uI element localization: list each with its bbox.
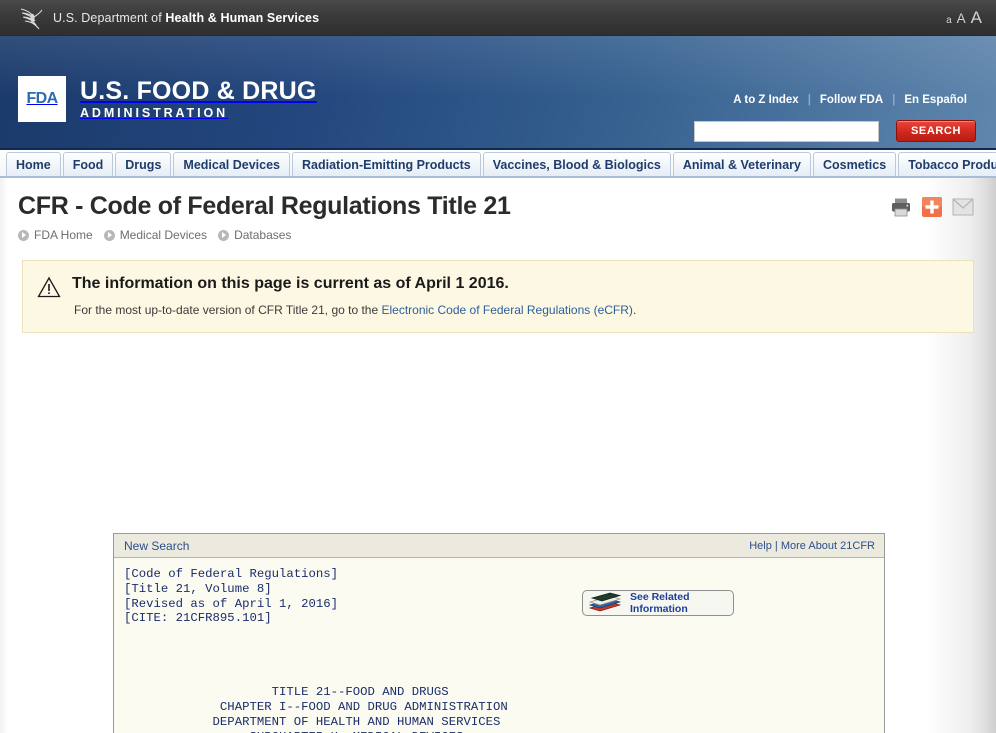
print-icon[interactable] bbox=[890, 196, 912, 218]
primary-navigation: Home Food Drugs Medical Devices Radiatio… bbox=[0, 150, 996, 178]
font-size-medium-button[interactable]: A bbox=[957, 11, 966, 26]
breadcrumb-label-databases: Databases bbox=[234, 228, 292, 242]
fda-logo-link[interactable]: FDA U.S. FOOD & DRUG ADMINISTRATION bbox=[18, 76, 317, 122]
notice-body: The information on this page is current … bbox=[72, 274, 636, 317]
page-header: CFR - Code of Federal Regulations Title … bbox=[0, 178, 996, 242]
breadcrumb-item-databases[interactable]: Databases bbox=[218, 228, 291, 242]
chevron-right-icon bbox=[18, 229, 29, 241]
email-icon[interactable] bbox=[952, 196, 974, 218]
page-left-shadow bbox=[0, 178, 8, 733]
chevron-right-icon bbox=[218, 229, 230, 241]
fda-wordmark: U.S. FOOD & DRUG ADMINISTRATION bbox=[80, 78, 317, 120]
cfr-panel-body: See Related Information [Code of Federal… bbox=[114, 558, 884, 733]
share-icon[interactable] bbox=[921, 196, 943, 218]
chevron-right-icon bbox=[103, 229, 115, 241]
see-related-information-button[interactable]: See Related Information bbox=[582, 590, 734, 616]
font-size-controls[interactable]: a A A bbox=[946, 8, 982, 28]
page-title: CFR - Code of Federal Regulations Title … bbox=[18, 192, 511, 220]
nav-tab-medical-devices[interactable]: Medical Devices bbox=[173, 152, 290, 176]
breadcrumb-item-medical-devices[interactable]: Medical Devices bbox=[103, 228, 208, 242]
fda-banner: FDA U.S. FOOD & DRUG ADMINISTRATION A to… bbox=[0, 36, 996, 150]
fda-wordmark-line2: ADMINISTRATION bbox=[80, 106, 228, 121]
ecfr-link[interactable]: Electronic Code of Federal Regulations (… bbox=[381, 303, 632, 317]
new-search-link[interactable]: New Search bbox=[124, 539, 189, 553]
books-stack-icon bbox=[588, 592, 622, 612]
breadcrumb: FDA Home Medical Devices Databases bbox=[18, 228, 978, 242]
cfr-panel-header: New Search Help | More About 21CFR bbox=[114, 534, 884, 558]
hhs-eagle-logo bbox=[20, 7, 43, 29]
nav-tab-animal-veterinary[interactable]: Animal & Veterinary bbox=[672, 152, 811, 176]
hhs-top-bar: U.S. Department of Health & Human Servic… bbox=[0, 0, 996, 36]
related-label-line2: Information bbox=[630, 603, 688, 615]
cfr-regulation-text: [Code of Federal Regulations] [Title 21,… bbox=[124, 567, 508, 733]
nav-tab-cosmetics[interactable]: Cosmetics bbox=[812, 152, 897, 176]
site-search: SEARCH bbox=[694, 120, 976, 142]
banner-utility-links: A to Z Index | Follow FDA | En Español bbox=[724, 94, 976, 106]
help-link[interactable]: Help bbox=[749, 540, 772, 552]
hhs-title-prefix: U.S. Department of bbox=[53, 10, 166, 25]
hhs-branding[interactable]: U.S. Department of Health & Human Servic… bbox=[18, 6, 319, 30]
warning-triangle-icon bbox=[37, 276, 61, 298]
breadcrumb-label-medical-devices: Medical Devices bbox=[119, 228, 208, 242]
nav-tab-radiation-emitting-products[interactable]: Radiation-Emitting Products bbox=[292, 152, 481, 176]
notice-subtext-after: . bbox=[632, 303, 637, 317]
link-follow-fda[interactable]: Follow FDA bbox=[811, 94, 892, 106]
search-button[interactable]: SEARCH bbox=[896, 120, 976, 142]
nav-tab-tobacco-products[interactable]: Tobacco Products bbox=[898, 152, 996, 176]
font-size-small-button[interactable]: a bbox=[946, 15, 952, 26]
fda-logo-mark: FDA bbox=[18, 76, 66, 122]
see-related-information-label: See Related Information bbox=[630, 591, 690, 615]
more-about-21cfr-link[interactable]: More About 21CFR bbox=[781, 540, 875, 552]
nav-tab-drugs[interactable]: Drugs bbox=[115, 152, 172, 176]
cfr-result-panel: New Search Help | More About 21CFR See R… bbox=[113, 533, 885, 733]
breadcrumb-label-fda-home: FDA Home bbox=[34, 228, 93, 242]
currency-notice: The information on this page is current … bbox=[22, 260, 974, 333]
page-tools bbox=[890, 196, 974, 218]
font-size-large-button[interactable]: A bbox=[971, 8, 982, 28]
hhs-title-name: Health & Human Services bbox=[165, 10, 320, 25]
search-input[interactable] bbox=[694, 120, 879, 142]
page-content: CFR - Code of Federal Regulations Title … bbox=[0, 178, 996, 733]
related-label-line1: See Related bbox=[630, 590, 690, 603]
cfr-panel-header-links: Help | More About 21CFR bbox=[749, 540, 875, 552]
nav-tab-food[interactable]: Food bbox=[62, 152, 114, 176]
nav-tab-home[interactable]: Home bbox=[6, 152, 61, 176]
notice-title: The information on this page is current … bbox=[72, 275, 509, 292]
link-a-to-z-index[interactable]: A to Z Index bbox=[724, 94, 807, 106]
nav-tab-vaccines-blood-biologics[interactable]: Vaccines, Blood & Biologics bbox=[482, 152, 671, 176]
fda-logo-text: FDA bbox=[26, 90, 58, 107]
notice-subtext-before: For the most up-to-date version of CFR T… bbox=[74, 303, 382, 317]
breadcrumb-item-fda-home[interactable]: FDA Home bbox=[18, 228, 93, 242]
fda-wordmark-line1: U.S. FOOD & DRUG bbox=[80, 76, 317, 105]
hhs-title: U.S. Department of Health & Human Servic… bbox=[53, 11, 319, 25]
notice-subtext: For the most up-to-date version of CFR T… bbox=[74, 303, 636, 317]
link-en-espanol[interactable]: En Español bbox=[895, 94, 976, 106]
header-link-separator: | bbox=[771, 539, 781, 552]
